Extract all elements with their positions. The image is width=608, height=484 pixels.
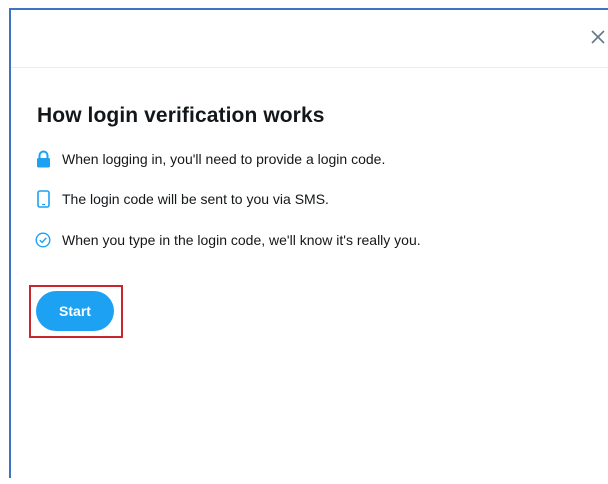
close-icon <box>591 30 605 44</box>
phone-icon <box>35 190 51 208</box>
dialog-header <box>11 10 608 68</box>
login-verification-dialog: How login verification works When loggin… <box>9 8 608 478</box>
feature-text: When logging in, you'll need to provide … <box>62 151 386 167</box>
dialog-title: How login verification works <box>37 104 325 127</box>
close-button[interactable] <box>587 26 608 48</box>
feature-item-sms: The login code will be sent to you via S… <box>35 190 329 208</box>
feature-item-login-code: When logging in, you'll need to provide … <box>35 150 385 168</box>
feature-text: The login code will be sent to you via S… <box>62 191 329 207</box>
feature-text: When you type in the login code, we'll k… <box>62 232 421 248</box>
lock-icon <box>35 150 51 168</box>
start-button[interactable]: Start <box>36 291 114 331</box>
check-circle-icon <box>35 231 51 249</box>
feature-item-verify: When you type in the login code, we'll k… <box>35 231 421 249</box>
